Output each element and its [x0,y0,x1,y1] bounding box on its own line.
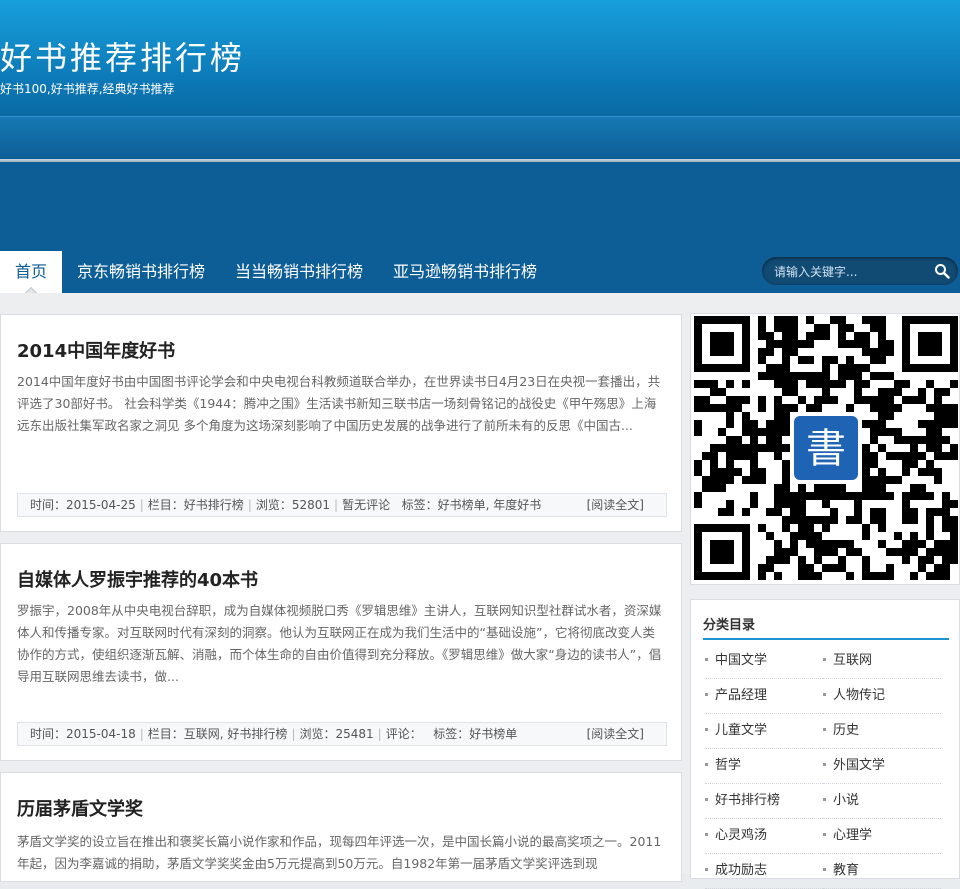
post-time: 时间：2015-04-18 [30,727,136,741]
category-label: 小说 [833,793,860,808]
post-views: 浏览：52801 [255,498,331,512]
bullet-icon [705,762,708,766]
category-label: 哲学 [715,758,742,773]
post-meta: 时间：2015-04-25 | 栏目：好书排行榜 | 浏览：52801 | 暂无评论 标签：… [17,493,667,517]
category-label: 外国文学 [833,758,886,773]
post-meta: 时间：2015-04-18 | 栏目：互联网, 好书排行榜 | 浏览：25481 | 评论：… [17,722,667,746]
category-item[interactable]: 产品经理 [705,679,823,714]
post-views: 浏览：25481 [299,727,374,741]
post-excerpt: 茅盾文学奖的设立旨在推出和褒奖长篇小说作家和作品，现每四年评选一次，是中国长篇小… [17,834,662,871]
site-description: 好书100,好书推荐,经典好书推荐 [0,82,175,96]
site-header: 好书推荐排行榜 好书100,好书推荐,经典好书推荐 [0,0,960,116]
post-card: 历届茅盾文学奖 茅盾文学奖的设立旨在推出和褒奖长篇小说作家和作品，现每四年评选一… [0,772,682,882]
post-comments[interactable]: 暂无评论 [342,498,390,512]
qr-code-image: 書 [694,316,958,580]
post-excerpt: 罗振宇，2008年从中央电视台辞职，成为自媒体视频脱口秀《罗辑思维》主讲人，互联… [17,603,662,684]
category-item[interactable]: 历史 [823,714,941,749]
post-tags[interactable]: 标签：好书榜单 [433,727,517,741]
category-item[interactable]: 人物传记 [823,679,941,714]
category-label: 好书排行榜 [715,793,781,808]
category-item[interactable]: 心灵鸡汤 [705,819,823,854]
category-label: 历史 [833,723,860,738]
bullet-icon [705,727,708,731]
category-label: 心理学 [833,828,873,843]
nav-item-amazon[interactable]: 亚马逊畅销书排行榜 [393,251,537,293]
category-item[interactable]: 小说 [823,784,941,819]
post-tags[interactable]: 标签：好书榜单, 年度好书 [402,498,542,512]
bullet-icon [823,657,826,661]
category-label: 产品经理 [715,688,768,703]
category-label: 心灵鸡汤 [715,828,768,843]
category-item[interactable]: 好书排行榜 [705,784,823,819]
post-card: 自媒体人罗振宇推荐的40本书 罗振宇，2008年从中央电视台辞职，成为自媒体视频… [0,543,682,761]
category-item[interactable]: 心理学 [823,819,941,854]
bullet-icon [705,657,708,661]
categories-title-underline [703,638,949,640]
bullet-icon [823,762,826,766]
post-column[interactable]: 栏目：好书排行榜 [148,498,244,512]
category-item[interactable]: 外国文学 [823,749,941,784]
category-label: 教育 [833,863,860,878]
category-label: 儿童文学 [715,723,768,738]
categories-widget: 分类目录 中国文学 互联网产品经理 人物传记儿童文学 历史哲学 外国文学好书排行榜 小说心… [690,599,960,889]
category-item[interactable]: 中国文学 [705,644,823,679]
post-comments[interactable]: 评论： [386,727,422,741]
site-title[interactable]: 好书推荐排行榜 [0,36,245,80]
bullet-icon [705,867,708,871]
category-item[interactable]: 互联网 [823,644,941,679]
nav-item-dangdang[interactable]: 当当畅销书排行榜 [235,251,363,293]
bullet-icon [823,692,826,696]
header-band [0,116,960,159]
bullet-icon [823,797,826,801]
category-item[interactable]: 哲学 [705,749,823,784]
category-label: 互联网 [833,653,873,668]
category-item[interactable]: 成功励志 [705,854,823,889]
post-title[interactable]: 历届茅盾文学奖 [17,795,143,821]
nav-band: 首页 京东畅销书排行榜 当当畅销书排行榜 亚马逊畅销书排行榜 [0,162,960,302]
content-area: 2014中国年度好书 2014中国年度好书由中国图书评论学会和中央电视台科教频道… [0,293,960,889]
bullet-icon [823,867,826,871]
nav-item-jd[interactable]: 京东畅销书排行榜 [77,251,205,293]
post-column[interactable]: 栏目：互联网, 好书排行榜 [148,727,288,741]
search-box [762,257,958,285]
read-more-link[interactable]: [阅读全文] [587,494,644,516]
category-label: 成功励志 [715,863,768,878]
qr-logo-glyph: 書 [806,426,846,472]
bullet-icon [823,727,826,731]
category-label: 人物传记 [833,688,886,703]
search-input[interactable] [772,261,926,283]
search-icon[interactable] [934,263,950,279]
bullet-icon [705,692,708,696]
qr-code-widget: 書 [690,313,960,585]
post-title[interactable]: 自媒体人罗振宇推荐的40本书 [17,566,258,592]
post-card: 2014中国年度好书 2014中国年度好书由中国图书评论学会和中央电视台科教频道… [0,314,682,532]
categories-title: 分类目录 [703,618,756,633]
post-time: 时间：2015-04-25 [30,498,136,512]
post-excerpt: 2014中国年度好书由中国图书评论学会和中央电视台科教频道联合举办，在世界读书日… [17,374,661,433]
category-label: 中国文学 [715,653,768,668]
read-more-link[interactable]: [阅读全文] [587,723,644,745]
category-item[interactable]: 儿童文学 [705,714,823,749]
post-title[interactable]: 2014中国年度好书 [17,337,175,363]
bullet-icon [705,797,708,801]
bullet-icon [705,832,708,836]
category-item[interactable]: 教育 [823,854,941,889]
bullet-icon [823,832,826,836]
